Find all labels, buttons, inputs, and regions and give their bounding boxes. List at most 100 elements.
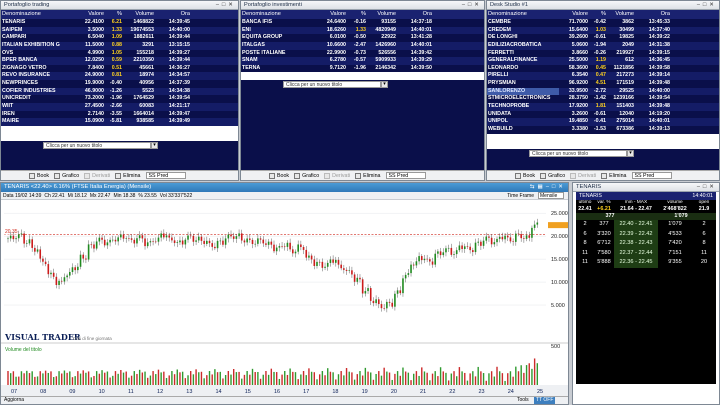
table-row[interactable]: DE LONGHI 39.2600 -0.61 19825 14:39:22 — [487, 34, 719, 42]
table-row[interactable]: WEBUILD 3.3380 -1.53 673386 14:39:13 — [487, 126, 719, 134]
table-row[interactable]: OVS 4.9900 1.05 155218 14:39:27 — [1, 50, 238, 58]
sspred-select[interactable]: SS Pred — [145, 172, 186, 179]
table-row[interactable]: ENI 18.6260 1.33 4820949 14:40:01 — [241, 26, 484, 35]
candle-body — [114, 239, 117, 242]
chart-button[interactable]: Grafico — [294, 172, 319, 179]
table-row[interactable]: UNIDATA 3.2600 -0.61 12040 14:19:20 — [487, 111, 719, 119]
window-controls[interactable]: –□✕ — [697, 183, 717, 192]
table-row[interactable]: UNICREDIT 73.2000 -1.96 1764529 14:39:54 — [1, 95, 238, 103]
chevron-down-icon[interactable]: ▾ — [151, 141, 158, 149]
window-controls[interactable]: ⇆▦–□✕ — [530, 183, 566, 192]
column-header[interactable]: % — [347, 10, 367, 19]
chart-button[interactable]: Grafico — [540, 172, 565, 179]
table-row[interactable]: LEONARDO 58.3600 0.45 1121856 14:39:58 — [487, 65, 719, 73]
chevron-down-icon[interactable]: ▾ — [381, 80, 388, 88]
book-level[interactable]: 11 7'580 22.37 - 22.44 7'151 11 — [576, 248, 716, 259]
table-row[interactable]: PRYSMIAN 96.9200 4.51 171519 14:39:48 — [487, 80, 719, 88]
table-row[interactable]: WIIT 27.4500 -2.66 60083 14:21:17 — [1, 103, 238, 111]
book-button[interactable]: Book — [269, 172, 289, 179]
sspred-select[interactable]: SS Pred — [631, 172, 672, 179]
book-level[interactable]: 8 6'712 22.38 - 22.43 7'420 8 — [576, 239, 716, 249]
column-header[interactable]: Valore — [559, 10, 589, 19]
candle-body — [216, 240, 219, 249]
column-header[interactable]: Denominazione — [1, 10, 73, 19]
book-level[interactable]: 11 5'888 22.36 - 22.45 9'355 20 — [576, 258, 716, 268]
tools-button[interactable]: Tools — [517, 397, 529, 404]
window-controls[interactable]: –□✕ — [216, 1, 236, 10]
column-header[interactable]: Volume — [367, 10, 397, 19]
table-row[interactable]: STMICROELECTRONICS 28.3750 -1.42 1239166 14:… — [487, 95, 719, 103]
table-row[interactable]: CREDEM 15.6400 1.03 30499 14:37:40 — [487, 26, 719, 35]
derivatives-button[interactable]: Derivati — [324, 172, 350, 179]
price-chart[interactable]: 25.000 20.000 15.000 10.000 5.000 20.35 VISUAL… — [1, 200, 568, 396]
window-controls[interactable]: –□✕ — [462, 1, 482, 10]
table-row[interactable]: TERNA 9.7120 -1.96 2146342 14:39:50 — [241, 65, 484, 73]
search-input[interactable]: Clicca per un nuovo titolo — [43, 141, 151, 149]
book-level[interactable]: 6 3'320 22.39 - 22.42 4'533 6 — [576, 229, 716, 240]
volume-bar — [39, 371, 41, 385]
chart-button[interactable]: Grafico — [54, 172, 79, 179]
column-header[interactable]: % — [589, 10, 607, 19]
table-row[interactable]: CEMBRE 71.7000 -0.42 3862 13:45:33 — [487, 19, 719, 27]
cell-value: 3.3380 — [571, 125, 588, 132]
candle-body — [20, 233, 23, 235]
table-row[interactable]: ITALIAN EXHIBITION G 11.5000 0.88 3291 13:15… — [1, 41, 238, 50]
table-row[interactable]: UNIPOL 19.4850 -0.41 275014 14:40:01 — [487, 118, 719, 126]
table-row[interactable]: EQUITA GROUP 6.0100 -0.50 22922 13:41:28 — [241, 34, 484, 42]
table-row[interactable]: PIRELLI 6.3540 0.47 217273 14:39:14 — [487, 72, 719, 81]
derivatives-button[interactable]: Derivati — [84, 172, 110, 179]
table-row[interactable]: TECHNOPROBE 17.9200 1.81 151403 14:39:48 — [487, 103, 719, 111]
search-input[interactable]: Clicca per un nuovo titolo — [529, 149, 627, 157]
table-row[interactable]: BPER BANCA 12.0250 0.59 2210350 14:39:44 — [1, 57, 238, 65]
table-row[interactable]: CAMPARI 6.5040 1.09 1882611 14:39:44 — [1, 34, 238, 42]
search-input[interactable]: Clicca per un nuovo titolo — [283, 80, 381, 88]
table-row[interactable]: BANCA IFIS 24.6400 -0.16 93155 14:37:18 — [241, 19, 484, 27]
column-header[interactable]: % — [105, 10, 123, 19]
cell-time: 13:15:15 — [168, 41, 190, 48]
book-level[interactable]: 2 377 22.40 - 22.41 1'079 2 — [576, 220, 716, 230]
volume-bar — [187, 375, 189, 385]
table-row[interactable]: SAIPEM 3.5000 1.33 19674553 14:40:00 — [1, 26, 238, 35]
table-row[interactable]: NEWPRINCES 19.9000 -0.40 40956 14:37:39 — [1, 80, 238, 88]
y-tick-label: 10.000 — [551, 280, 568, 286]
delete-button[interactable]: Elimina — [355, 172, 381, 179]
ask-orders: 6 — [702, 230, 706, 237]
candle-body — [517, 233, 520, 235]
timeframe-select[interactable]: Mensile — [538, 192, 564, 199]
cell-name: FERRETTI — [488, 49, 514, 56]
column-header[interactable]: Volume — [123, 10, 155, 19]
table-row[interactable]: TENARIS 22.4100 6.21 1468822 14:39:45 — [1, 19, 238, 27]
table-row[interactable]: COFIER INDUSTRIES 46.9000 -1.26 5523 14:34:3… — [1, 87, 238, 96]
tt-off-toggle[interactable]: TT OFF — [534, 397, 556, 404]
table-row[interactable]: REVO INSURANCE 24.9000 0.81 18974 14:34:57 — [1, 72, 238, 81]
table-row[interactable]: EDILIZIACROBATICA 5.0600 -1.94 2049 14:31:38 — [487, 41, 719, 50]
refresh-button[interactable]: Aggiorna — [4, 397, 24, 404]
chevron-down-icon[interactable]: ▾ — [627, 149, 634, 157]
table-row[interactable]: SNAM 6.2780 -0.57 5909933 14:39:29 — [241, 57, 484, 65]
column-header[interactable]: Denominazione — [241, 10, 313, 19]
column-header[interactable]: Valore — [313, 10, 347, 19]
table-row[interactable]: ZIGNAGO VETRO 7.8400 0.51 45661 14:36:27 — [1, 65, 238, 73]
table-row[interactable]: GENERALFINANCE 25.5000 1.19 612 14:36:45 — [487, 57, 719, 65]
column-header[interactable]: Volume — [607, 10, 635, 19]
candle-body — [324, 266, 326, 268]
volume-bar — [87, 371, 90, 385]
column-header[interactable]: Ora — [397, 10, 433, 19]
table-row[interactable]: MAIRE 15.0900 -5.81 938585 14:39:49 — [1, 118, 238, 126]
delete-button[interactable]: Elimina — [115, 172, 141, 179]
delete-button[interactable]: Elimina — [601, 172, 627, 179]
book-button[interactable]: Book — [515, 172, 535, 179]
column-header[interactable]: Ora — [635, 10, 671, 19]
derivatives-button[interactable]: Derivati — [570, 172, 596, 179]
column-header[interactable]: Denominazione — [487, 10, 559, 19]
sspred-select[interactable]: SS Pred — [385, 172, 426, 179]
table-row[interactable]: SANLORENZO 33.9500 -2.72 29525 14:40:00 — [487, 87, 719, 96]
column-header[interactable]: Valore — [73, 10, 105, 19]
table-row[interactable]: IREN 2.7140 -3.55 1664014 14:39:47 — [1, 111, 238, 119]
book-button[interactable]: Book — [29, 172, 49, 179]
table-row[interactable]: ITALGAS 10.6600 -2.47 1426960 14:40:01 — [241, 41, 484, 50]
column-header[interactable]: Ora — [155, 10, 191, 19]
table-row[interactable]: FERRETTI 3.8660 -0.26 219927 14:39:15 — [487, 50, 719, 58]
window-controls[interactable]: –□✕ — [697, 1, 717, 10]
table-row[interactable]: POSTE ITALIANE 22.9900 -0.73 526556 14:39:42 — [241, 50, 484, 58]
